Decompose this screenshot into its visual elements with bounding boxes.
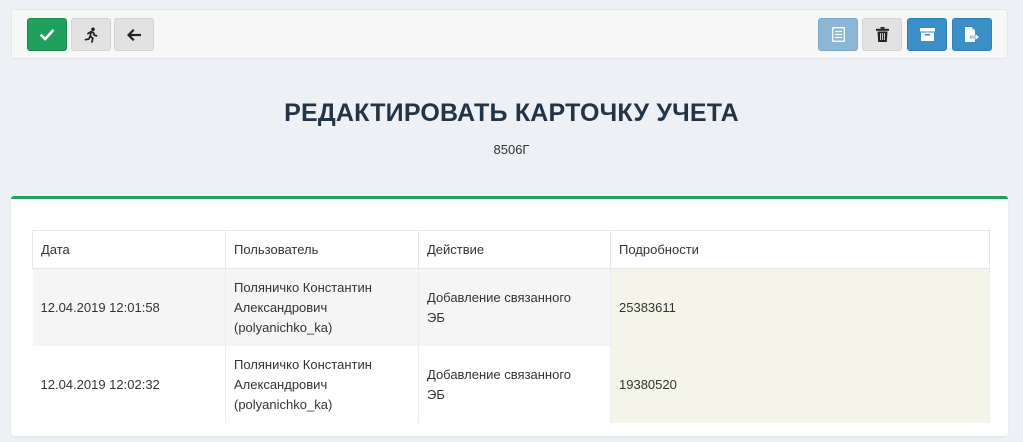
- checkmark-icon: [40, 28, 54, 41]
- list-icon: [831, 27, 845, 42]
- user-patronymic-line: Александрович: [234, 299, 328, 315]
- export-file-icon: [965, 26, 980, 42]
- cell-user: Поляничко Константин Александрович (poly…: [225, 346, 419, 423]
- back-button[interactable]: [114, 18, 154, 51]
- cell-details: 19380520: [610, 346, 990, 423]
- table-row[interactable]: 12.04.2019 12:01:58 Поляничко Константин…: [32, 268, 990, 346]
- trash-icon: [875, 27, 889, 42]
- cell-date: 12.04.2019 12:02:32: [32, 346, 226, 423]
- page-title: РЕДАКТИРОВАТЬ КАРТОЧКУ УЧЕТА: [284, 99, 739, 127]
- arrow-left-icon: [127, 28, 141, 41]
- exit-button[interactable]: [71, 18, 111, 51]
- cell-action: Добавление связанного ЭБ: [418, 346, 611, 423]
- action-line: ЭБ: [427, 309, 445, 325]
- action-line: ЭБ: [427, 386, 445, 402]
- column-header-date[interactable]: Дата: [32, 230, 226, 269]
- user-name-line: Поляничко Константин: [234, 356, 372, 372]
- page-header: РЕДАКТИРОВАТЬ КАРТОЧКУ УЧЕТА 8506Г: [0, 99, 1023, 157]
- table-row[interactable]: 12.04.2019 12:02:32 Поляничко Константин…: [32, 346, 990, 423]
- column-header-action[interactable]: Действие: [418, 230, 611, 269]
- delete-button[interactable]: [862, 18, 902, 51]
- export-button[interactable]: [952, 18, 992, 51]
- toolbar: [11, 9, 1008, 59]
- column-header-details[interactable]: Подробности: [610, 230, 990, 269]
- action-line: Добавление связанного: [427, 366, 572, 382]
- record-number: 8506Г: [493, 142, 530, 157]
- user-name-line: Поляничко Константин: [234, 279, 372, 295]
- cell-action: Добавление связанного ЭБ: [418, 268, 611, 346]
- cell-date: 12.04.2019 12:01:58: [32, 268, 226, 346]
- history-panel: Дата Пользователь Действие Подробности 1…: [11, 196, 1008, 436]
- archive-icon: [919, 28, 935, 41]
- user-patronymic-line: Александрович: [234, 376, 328, 392]
- save-button[interactable]: [27, 18, 67, 51]
- table-header-row: Дата Пользователь Действие Подробности: [32, 230, 990, 269]
- history-table: Дата Пользователь Действие Подробности 1…: [32, 230, 990, 423]
- user-login: (polyanichko_ka): [234, 319, 333, 335]
- running-man-icon: [84, 27, 98, 43]
- user-login: (polyanichko_ka): [234, 396, 333, 412]
- list-button[interactable]: [818, 18, 858, 51]
- column-header-user[interactable]: Пользователь: [225, 230, 419, 269]
- action-line: Добавление связанного: [427, 289, 572, 305]
- archive-button[interactable]: [907, 18, 947, 51]
- cell-details: 25383611: [610, 268, 990, 346]
- cell-user: Поляничко Константин Александрович (poly…: [225, 268, 419, 346]
